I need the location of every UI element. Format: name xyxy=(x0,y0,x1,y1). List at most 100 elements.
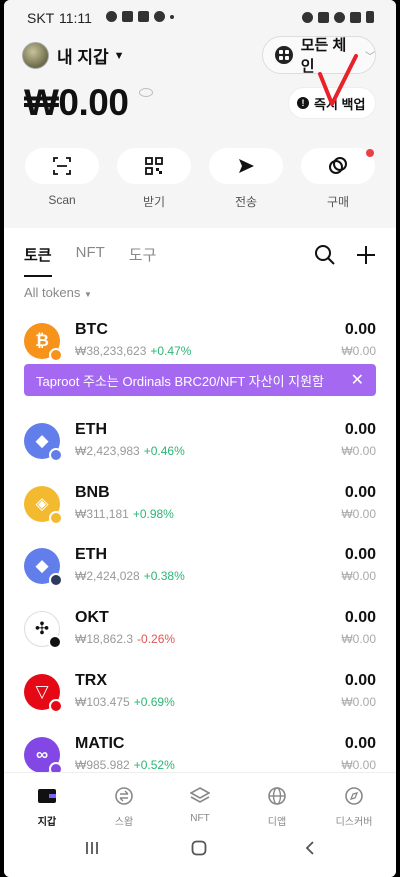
token-fiat-value: ₩0.00 xyxy=(341,444,376,458)
token-glyph: ₿ xyxy=(35,331,49,350)
token-price-line: ₩2,424,028 +0.38% xyxy=(75,569,185,583)
nav-label: 스왑 xyxy=(114,817,134,828)
nft-layers-icon xyxy=(189,787,211,803)
token-change: +0.52% xyxy=(133,758,175,772)
send-icon xyxy=(239,159,254,173)
token-price-line: ₩103.475 +0.69% xyxy=(75,695,175,709)
token-price: ₩985.982 xyxy=(75,758,130,772)
tab-nft[interactable]: NFT xyxy=(76,244,105,277)
token-symbol: MATIC xyxy=(75,735,125,752)
token-bnb-icon: ◈ xyxy=(24,486,63,525)
status-bar: SKT 11:11 xyxy=(4,0,396,36)
receive-button[interactable] xyxy=(117,148,191,184)
system-navigation-bar xyxy=(4,827,396,877)
send-action[interactable]: 전송 xyxy=(209,148,283,210)
token-price: ₩38,233,623 xyxy=(75,344,147,358)
token-row[interactable]: ◈ BNB ₩311,181 +0.98% 0.00 ₩0.00 xyxy=(4,484,396,546)
nav-dapp[interactable]: 디앱 xyxy=(247,787,307,828)
token-price-line: ₩2,423,983 +0.46% xyxy=(75,444,185,458)
home-icon[interactable] xyxy=(191,840,207,856)
token-glyph: ✣ xyxy=(34,619,50,638)
caret-down-icon: ▼ xyxy=(113,49,125,62)
notification-icons xyxy=(106,11,174,22)
wallet-selector[interactable]: 내 지갑 ▼ xyxy=(22,42,125,69)
qr-code-icon xyxy=(145,157,163,175)
back-icon[interactable] xyxy=(302,840,318,856)
receive-action[interactable]: 받기 xyxy=(117,148,191,210)
app-notification-icon xyxy=(154,11,165,22)
app-screen: SKT 11:11 내 지갑 ▼ 모든 체인 ﹀ ₩0.00 ! 즉시 백업 S… xyxy=(4,0,396,877)
network-badge-icon xyxy=(49,348,63,362)
battery-icon xyxy=(366,11,374,23)
close-icon[interactable]: ✕ xyxy=(351,370,364,390)
taproot-info-banner[interactable]: Taproot 주소는 Ordinals BRC20/NFT 자산이 지원함 ✕ xyxy=(24,364,376,396)
chat-notification-icon xyxy=(106,11,117,22)
alarm-icon xyxy=(302,11,313,23)
recent-apps-icon[interactable] xyxy=(84,840,100,856)
token-trx-icon: ▽ xyxy=(24,674,63,713)
token-filter-label: All tokens xyxy=(24,285,81,300)
token-amount: 0.00 xyxy=(344,735,376,752)
token-change: +0.69% xyxy=(133,695,175,709)
chain-grid-icon xyxy=(275,46,293,64)
hide-balance-icon[interactable] xyxy=(139,88,153,97)
token-symbol: BNB xyxy=(75,484,110,501)
token-eth-icon: ◆ xyxy=(24,548,63,587)
nav-nft[interactable]: NFT xyxy=(170,787,230,824)
token-fiat-value: ₩0.00 xyxy=(341,507,376,521)
token-change: +0.46% xyxy=(143,444,185,458)
token-fiat-value: ₩0.00 xyxy=(341,695,376,709)
token-amount: 0.00 xyxy=(344,672,376,689)
token-row[interactable]: ✣ OKT ₩18,862.3 -0.26% 0.00 ₩0.00 xyxy=(4,609,396,671)
token-symbol: ETH xyxy=(75,421,107,438)
token-price-line: ₩985.982 +0.52% xyxy=(75,758,175,772)
token-row[interactable]: ◆ ETH ₩2,424,028 +0.38% 0.00 ₩0.00 xyxy=(4,546,396,608)
send-button[interactable] xyxy=(209,148,283,184)
token-eth-icon: ◆ xyxy=(24,423,63,462)
scan-label: Scan xyxy=(48,193,76,207)
image-notification-icon xyxy=(122,11,133,22)
wallet-name: 내 지갑 xyxy=(57,48,109,67)
receive-label: 받기 xyxy=(142,195,166,209)
tab-tools[interactable]: 도구 xyxy=(129,244,157,277)
nav-wallet[interactable]: 지갑 xyxy=(17,787,77,828)
token-change: +0.47% xyxy=(150,344,192,358)
token-change: +0.38% xyxy=(143,569,185,583)
nav-swap[interactable]: 스왑 xyxy=(94,787,154,828)
token-btc-icon: ₿ xyxy=(24,323,63,362)
token-price-line: ₩18,862.3 -0.26% xyxy=(75,632,175,646)
buy-button[interactable] xyxy=(301,148,375,184)
token-price: ₩311,181 xyxy=(75,507,129,521)
total-balance: ₩0.00 xyxy=(24,82,129,123)
scan-button[interactable] xyxy=(25,148,99,184)
token-fiat-value: ₩0.00 xyxy=(341,344,376,358)
swap-icon xyxy=(115,787,133,805)
wifi-icon xyxy=(334,11,345,23)
token-filter-dropdown[interactable]: All tokens ▼ xyxy=(24,285,92,300)
token-fiat-value: ₩0.00 xyxy=(341,569,376,583)
search-icon[interactable] xyxy=(314,244,336,266)
token-glyph: ▽ xyxy=(35,682,49,701)
checkmark-annotation-icon xyxy=(318,54,358,106)
buy-action[interactable]: 구매 xyxy=(301,148,375,210)
token-price-line: ₩311,181 +0.98% xyxy=(75,507,174,521)
token-symbol: TRX xyxy=(75,672,107,689)
token-row[interactable]: ◆ ETH ₩2,423,983 +0.46% 0.00 ₩0.00 xyxy=(4,421,396,483)
system-icons xyxy=(302,11,374,23)
token-change: +0.98% xyxy=(132,507,174,521)
scan-action[interactable]: Scan xyxy=(25,148,99,207)
add-token-icon[interactable] xyxy=(355,244,377,266)
token-row[interactable]: ▽ TRX ₩103.475 +0.69% 0.00 ₩0.00 xyxy=(4,672,396,734)
token-price: ₩2,424,028 xyxy=(75,569,140,583)
gallery-notification-icon xyxy=(138,11,149,22)
send-label: 전송 xyxy=(234,195,258,209)
token-glyph: ◆ xyxy=(35,431,49,450)
alert-icon: ! xyxy=(297,97,309,109)
token-amount: 0.00 xyxy=(344,421,376,438)
tab-tokens[interactable]: 토큰 xyxy=(24,244,52,277)
nav-label: NFT xyxy=(190,813,210,824)
nav-discover[interactable]: 디스커버 xyxy=(324,787,384,828)
token-fiat-value: ₩0.00 xyxy=(341,758,376,772)
token-amount: 0.00 xyxy=(344,484,376,501)
asset-tabs: 토큰 NFT 도구 xyxy=(24,244,180,277)
